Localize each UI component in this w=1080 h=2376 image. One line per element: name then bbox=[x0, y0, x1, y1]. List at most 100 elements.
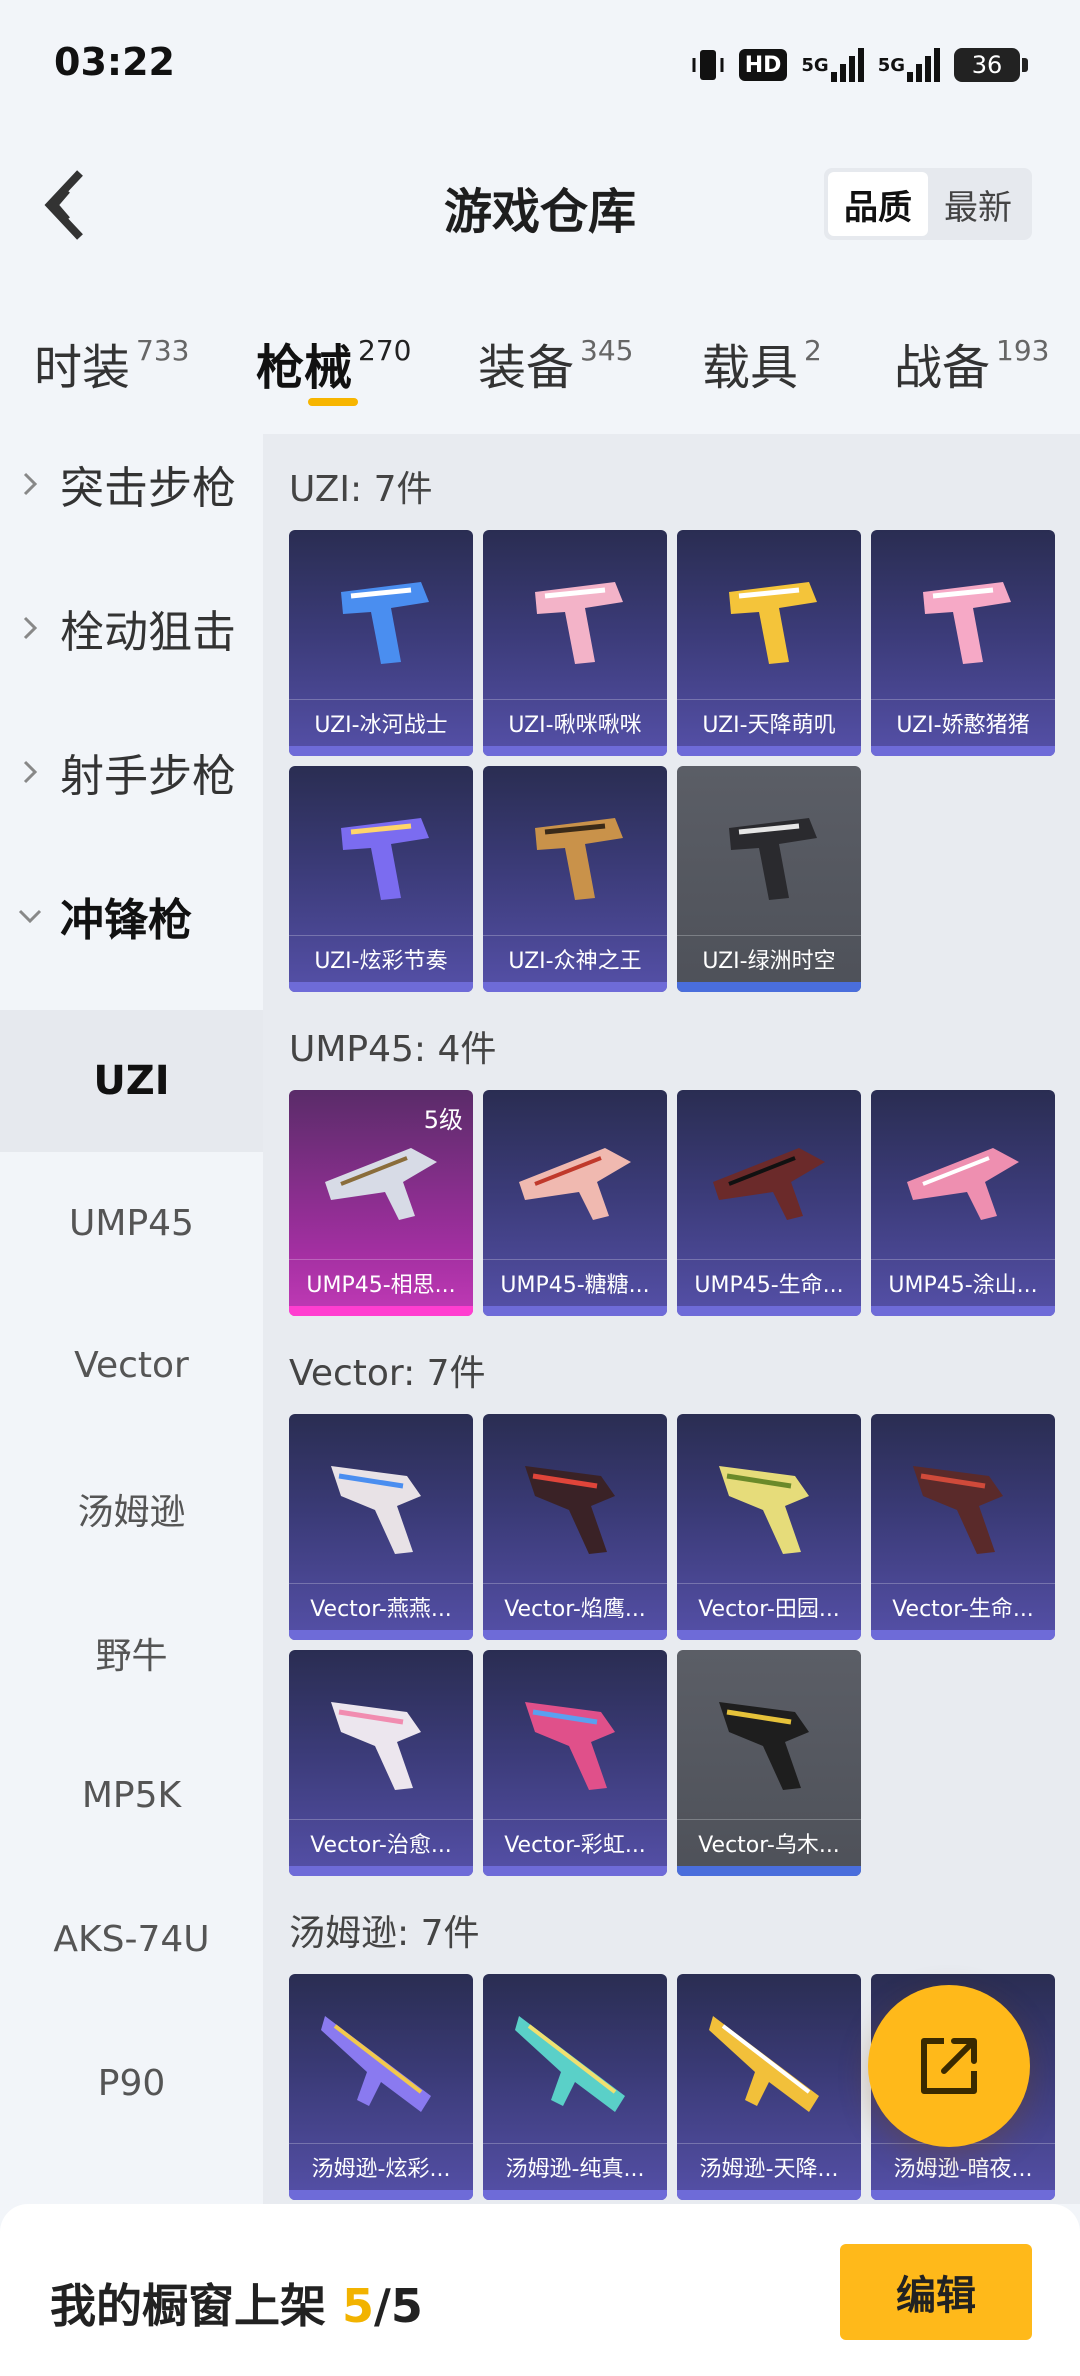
rarity-bar bbox=[677, 1306, 861, 1316]
showcase-label: 我的橱窗上架 bbox=[50, 2279, 326, 2333]
sidebar-group-label: 栓动狙击 bbox=[60, 607, 236, 658]
item-card[interactable]: Vector-燕燕... bbox=[289, 1414, 473, 1640]
item-name: UZI-天降萌叽 bbox=[677, 699, 861, 746]
item-name: UMP45-涂山... bbox=[871, 1259, 1055, 1306]
item-card[interactable]: UMP45-生命... bbox=[677, 1090, 861, 1316]
sidebar-item-thompson[interactable]: 汤姆逊 bbox=[0, 1438, 263, 1580]
item-name: Vector-燕燕... bbox=[289, 1583, 473, 1630]
uzi-skin-icon bbox=[923, 582, 1011, 664]
vector-skin-icon bbox=[913, 1466, 1003, 1554]
sidebar-group-smg[interactable]: 冲锋枪 bbox=[0, 866, 263, 966]
sort-quality-button[interactable]: 品质 bbox=[828, 172, 928, 236]
vector-skin-icon bbox=[719, 1466, 809, 1554]
vibrate-icon bbox=[691, 46, 725, 84]
edit-button[interactable]: 编辑 bbox=[840, 2244, 1032, 2340]
vector-skin-icon bbox=[525, 1466, 615, 1554]
chevron-right-icon bbox=[0, 615, 60, 641]
item-name: UZI-绿洲时空 bbox=[677, 935, 861, 982]
rarity-bar bbox=[677, 746, 861, 756]
thompson-skin-icon bbox=[709, 2016, 819, 2112]
tab-label: 枪械 bbox=[256, 340, 353, 396]
uzi-skin-icon bbox=[341, 582, 429, 664]
thompson-skin-icon bbox=[321, 2016, 431, 2112]
section-title-thompson: 汤姆逊: 7件 bbox=[289, 1913, 480, 1954]
tab-guns[interactable]: 枪械 270 bbox=[256, 328, 411, 398]
rarity-bar bbox=[483, 746, 667, 756]
sidebar-group-assault-rifle[interactable]: 突击步枪 bbox=[0, 434, 263, 534]
chevron-right-icon bbox=[0, 759, 60, 785]
header: 游戏仓库 品质 最新 bbox=[0, 130, 1080, 280]
item-card[interactable]: UZI-炫彩节奏 bbox=[289, 766, 473, 992]
item-card[interactable]: Vector-乌木... bbox=[677, 1650, 861, 1876]
section-title-uzi: UZI: 7件 bbox=[289, 469, 433, 510]
sidebar-item-aks74u[interactable]: AKS-74U bbox=[0, 1868, 263, 2010]
tab-vehicles[interactable]: 载具 2 bbox=[702, 328, 822, 398]
item-card[interactable]: 汤姆逊-纯真... bbox=[483, 1974, 667, 2200]
sidebar-group-marksman-rifle[interactable]: 射手步枪 bbox=[0, 722, 263, 822]
rarity-bar bbox=[289, 1630, 473, 1640]
item-name: UMP45-糖糖... bbox=[483, 1259, 667, 1306]
vector-skin-icon bbox=[331, 1466, 421, 1554]
uzi-skin-icon bbox=[729, 582, 817, 664]
item-card[interactable]: Vector-生命... bbox=[871, 1414, 1055, 1640]
tab-label: 载具 bbox=[702, 340, 799, 396]
showcase-total: /5 bbox=[374, 2279, 423, 2333]
item-card[interactable]: 汤姆逊-天降... bbox=[677, 1974, 861, 2200]
sidebar-item-mp5k[interactable]: MP5K bbox=[0, 1724, 263, 1866]
item-card[interactable]: UZI-天降萌叽 bbox=[677, 530, 861, 756]
item-card[interactable]: Vector-彩虹... bbox=[483, 1650, 667, 1876]
item-card[interactable]: UMP45-涂山... bbox=[871, 1090, 1055, 1316]
item-card[interactable]: 5级 UMP45-相思... bbox=[289, 1090, 473, 1316]
item-name: UZI-炫彩节奏 bbox=[289, 935, 473, 982]
item-card[interactable]: UZI-啾咪啾咪 bbox=[483, 530, 667, 756]
item-name: UZI-众神之王 bbox=[483, 935, 667, 982]
bottom-bar: 我的橱窗上架 5/5 编辑 bbox=[0, 2204, 1080, 2376]
item-card[interactable]: UZI-娇憨猪猪 bbox=[871, 530, 1055, 756]
rarity-bar bbox=[289, 1866, 473, 1876]
tab-count: 733 bbox=[136, 334, 190, 367]
rarity-bar bbox=[483, 2190, 667, 2200]
tab-label: 时装 bbox=[34, 340, 131, 396]
active-tab-indicator bbox=[308, 398, 358, 406]
share-button[interactable] bbox=[868, 1985, 1030, 2147]
sidebar-item-uzi[interactable]: UZI bbox=[0, 1010, 263, 1152]
item-card[interactable]: 汤姆逊-炫彩... bbox=[289, 1974, 473, 2200]
vector-skin-icon bbox=[331, 1702, 421, 1790]
tab-equipment[interactable]: 装备 345 bbox=[478, 328, 633, 398]
item-card[interactable]: UZI-冰河战士 bbox=[289, 530, 473, 756]
item-card[interactable]: UZI-众神之王 bbox=[483, 766, 667, 992]
item-card[interactable]: UMP45-糖糖... bbox=[483, 1090, 667, 1316]
rarity-bar bbox=[289, 982, 473, 992]
item-card[interactable]: UZI-绿洲时空 bbox=[677, 766, 861, 992]
item-name: UMP45-相思... bbox=[289, 1259, 473, 1306]
rarity-bar bbox=[677, 1630, 861, 1640]
sidebar-item-vector[interactable]: Vector bbox=[0, 1294, 263, 1436]
uzi-skin-icon bbox=[535, 818, 623, 900]
tab-supplies[interactable]: 战备 193 bbox=[894, 328, 1049, 398]
status-icons: HD 5G 5G 36 bbox=[691, 40, 1028, 90]
tab-count: 2 bbox=[804, 334, 822, 367]
item-card[interactable]: Vector-田园... bbox=[677, 1414, 861, 1640]
sort-newest-button[interactable]: 最新 bbox=[928, 172, 1028, 236]
item-name: 汤姆逊-天降... bbox=[677, 2143, 861, 2190]
rarity-bar bbox=[677, 1866, 861, 1876]
item-name: Vector-乌木... bbox=[677, 1819, 861, 1866]
rarity-bar bbox=[677, 982, 861, 992]
sidebar-item-bizon[interactable]: 野牛 bbox=[0, 1582, 263, 1724]
item-grid: UZI: 7件 UZI-冰河战士 UZI-啾咪啾咪 UZI-天降萌叽 UZI-娇… bbox=[263, 434, 1080, 2204]
uzi-skin-icon bbox=[729, 818, 817, 900]
item-name: UMP45-生命... bbox=[677, 1259, 861, 1306]
signal-5g-icon: 5G bbox=[801, 48, 864, 82]
item-name: UZI-啾咪啾咪 bbox=[483, 699, 667, 746]
item-card[interactable]: Vector-焰鹰... bbox=[483, 1414, 667, 1640]
sidebar-group-bolt-sniper[interactable]: 栓动狙击 bbox=[0, 578, 263, 678]
item-card[interactable]: Vector-治愈... bbox=[289, 1650, 473, 1876]
showcase-current: 5 bbox=[342, 2279, 375, 2333]
item-name: Vector-田园... bbox=[677, 1583, 861, 1630]
rarity-bar bbox=[871, 2190, 1055, 2200]
tab-fashion[interactable]: 时装 733 bbox=[34, 328, 189, 398]
ump45-skin-icon bbox=[519, 1148, 631, 1220]
tab-count: 270 bbox=[358, 334, 412, 367]
sidebar-item-p90[interactable]: P90 bbox=[0, 2012, 263, 2154]
sidebar-item-ump45[interactable]: UMP45 bbox=[0, 1152, 263, 1294]
